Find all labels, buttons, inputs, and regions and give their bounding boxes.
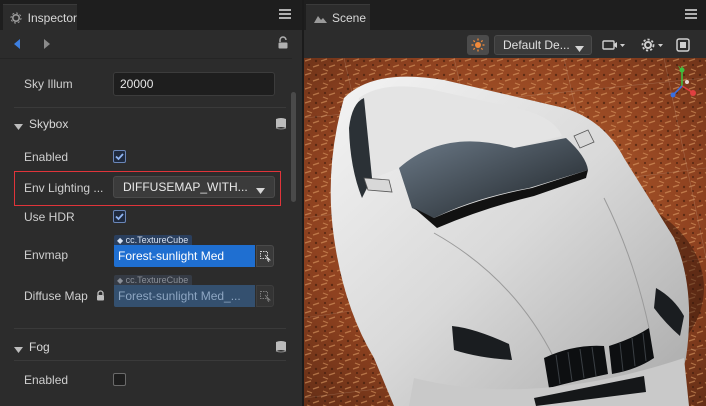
envmap-label: Envmap [24,248,69,262]
help-book-icon[interactable] [275,340,287,356]
fog-enabled-checkbox[interactable] [113,373,126,386]
env-lighting-label: Env Lighting ... [24,181,104,195]
help-book-icon[interactable] [275,117,287,133]
inspector-scrollbar[interactable] [291,92,296,202]
diffuse-map-label: Diffuse Map [24,289,88,303]
skybox-enabled-checkbox[interactable] [113,150,126,163]
camera-select-value: Default De... [503,38,570,52]
envmap-type-text: cc.TextureCube [125,235,189,245]
back-arrow-icon[interactable] [13,38,21,53]
scene-menu-icon[interactable] [685,9,697,19]
divider [0,58,292,59]
lighting-toggle-button[interactable] [467,35,489,55]
checkmark-icon [115,213,124,221]
maximize-view-button[interactable] [672,35,694,55]
diamond-icon: ◆ [117,236,124,245]
diffuse-map-picker-button [256,285,274,307]
fog-title: Fog [29,340,50,354]
diamond-icon: ◆ [117,276,124,285]
divider [14,107,286,108]
scene-viewport[interactable]: Y [304,58,706,406]
tab-scene[interactable]: Scene [306,4,370,30]
dropdown-arrow-icon [256,184,265,198]
tab-inspector[interactable]: Inspector [3,4,77,30]
skybox-title: Skybox [29,117,69,131]
skybox-enabled-label: Enabled [24,150,69,164]
dropdown-arrow-icon [575,42,584,56]
scene-render [304,58,706,406]
pick-cursor-icon [259,250,271,262]
env-lighting-value: DIFFUSEMAP_WITH... [123,180,248,194]
diffuse-map-type-text: cc.TextureCube [125,275,189,285]
mountain-icon [313,11,327,25]
camera-icon [602,40,625,50]
fog-section-header[interactable]: Fog [0,334,292,360]
gizmo-axis-label: Y [678,65,684,74]
forward-arrow-icon[interactable] [43,38,51,53]
gear-icon [10,11,23,25]
lock-icon [96,290,105,304]
tab-inspector-label: Inspector [27,10,77,25]
pick-cursor-icon [259,290,271,302]
gear-icon [641,38,663,52]
envmap-asset-field[interactable]: Forest-sunlight Med [114,245,255,267]
sky-illum-label: Sky Illum [24,77,73,91]
divider [14,360,286,361]
divider [14,328,286,329]
use-hdr-label: Use HDR [24,210,75,224]
camera-select[interactable]: Default De... [494,35,592,55]
checkmark-icon [115,153,124,161]
frame-icon [676,38,690,52]
collapse-arrow-icon[interactable] [14,343,23,357]
diffuse-map-asset-field: Forest-sunlight Med_... [114,285,255,307]
tab-scene-label: Scene [332,10,367,25]
env-lighting-select[interactable]: DIFFUSEMAP_WITH... [113,176,275,198]
use-hdr-checkbox[interactable] [113,210,126,223]
sky-illum-input[interactable]: 20000 [113,72,275,96]
scene-settings-button[interactable] [640,35,666,55]
lock-icon[interactable] [276,36,290,53]
collapse-arrow-icon[interactable] [14,120,23,134]
camera-options-button[interactable] [601,35,627,55]
envmap-picker-button[interactable] [256,245,274,267]
inspector-menu-icon[interactable] [279,9,291,19]
fog-enabled-label: Enabled [24,373,69,387]
skybox-section-header[interactable]: Skybox [0,111,292,137]
sun-icon [471,38,485,52]
